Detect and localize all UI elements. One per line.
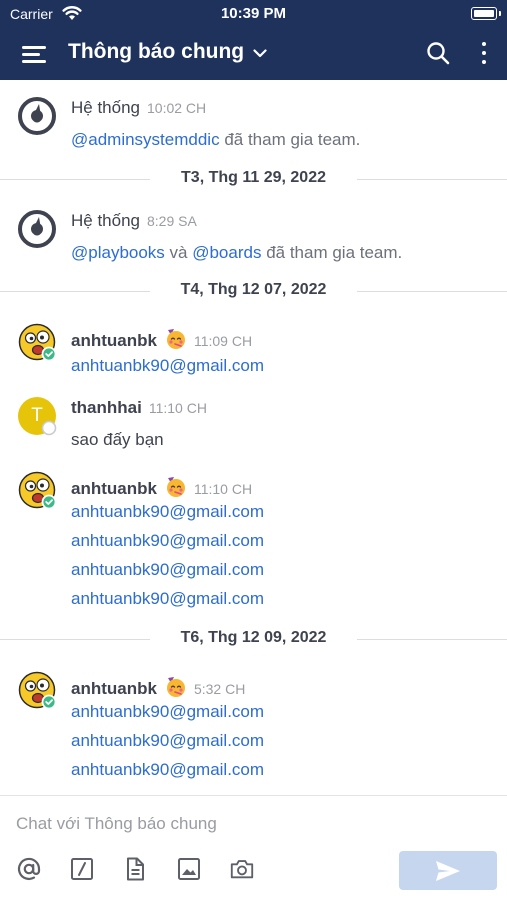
date-separator: T4, Thg 12 07, 2022	[0, 279, 507, 305]
email-link[interactable]: anhtuanbk90@gmail.com	[71, 760, 264, 779]
system-avatar	[18, 97, 56, 135]
status-bar: Carrier 10:39 PM	[0, 0, 507, 28]
post-timestamp: 11:10 CH	[148, 400, 207, 416]
send-button[interactable]	[399, 851, 497, 890]
post-text: đã tham gia team.	[219, 130, 361, 149]
hamburger-menu-icon[interactable]	[22, 42, 48, 66]
date-separator: T6, Thg 12 09, 2022	[0, 627, 507, 653]
channel-header: Thông báo chung	[0, 28, 507, 80]
post-author[interactable]: thanhhai	[71, 398, 142, 418]
message-input[interactable]: Chat với Thông báo chung	[16, 814, 217, 834]
more-options-icon[interactable]	[479, 41, 489, 67]
user-post: anhtuanbk 11:10 CH anhtuanbk90@gmail.com…	[0, 468, 507, 618]
send-icon	[436, 861, 460, 881]
post-author[interactable]: anhtuanbk	[71, 679, 157, 699]
post-author[interactable]: anhtuanbk	[71, 479, 157, 499]
date-separator-label: T4, Thg 12 07, 2022	[168, 281, 339, 298]
shocked-face-avatar-icon	[18, 671, 57, 710]
email-link[interactable]: anhtuanbk90@gmail.com	[71, 531, 264, 550]
avatar[interactable]: T	[18, 397, 57, 436]
file-icon[interactable]	[122, 856, 148, 882]
email-link[interactable]: anhtuanbk90@gmail.com	[71, 731, 264, 750]
mattermost-logo-icon	[18, 97, 56, 135]
date-separator: T3, Thg 11 29, 2022	[0, 167, 507, 193]
message-list[interactable]: Hệ thống 10:02 CH @adminsystemddic đã th…	[0, 80, 507, 795]
post-text: và	[164, 243, 193, 262]
post-body: @playbooks và @boards đã tham gia team.	[71, 243, 402, 263]
avatar[interactable]	[18, 323, 57, 362]
post-body: @adminsystemddic đã tham gia team.	[71, 130, 360, 150]
user-mention[interactable]: @playbooks	[71, 243, 165, 262]
avatar[interactable]	[18, 671, 57, 710]
shocked-face-avatar-icon	[18, 323, 57, 362]
mattermost-logo-icon	[18, 210, 56, 248]
post-timestamp: 10:02 CH	[147, 100, 207, 116]
date-separator-label: T3, Thg 11 29, 2022	[169, 169, 338, 186]
post-text: sao đấy bạn	[71, 430, 164, 449]
user-mention[interactable]: @boards	[192, 243, 261, 262]
email-link[interactable]: anhtuanbk90@gmail.com	[71, 356, 264, 375]
system-avatar	[18, 210, 56, 248]
camera-icon[interactable]	[229, 856, 255, 882]
email-link[interactable]: anhtuanbk90@gmail.com	[71, 702, 264, 721]
avatar-letter: T	[31, 405, 43, 426]
system-message: Hệ thống 10:02 CH @adminsystemddic đã th…	[0, 94, 507, 154]
at-sign-icon[interactable]	[16, 856, 42, 882]
partying-face-emoji-icon	[166, 477, 185, 497]
post-author[interactable]: Hệ thống	[71, 211, 140, 231]
post-author[interactable]: anhtuanbk	[71, 331, 157, 351]
chevron-down-icon	[253, 48, 267, 57]
image-icon[interactable]	[176, 856, 202, 882]
slash-command-icon[interactable]	[69, 856, 95, 882]
user-post: anhtuanbk 5:32 CH anhtuanbk90@gmail.com …	[0, 668, 507, 793]
post-timestamp: 5:32 CH	[193, 681, 246, 697]
shocked-face-avatar-icon	[18, 471, 57, 510]
partying-face-emoji-icon	[166, 329, 185, 349]
clock: 10:39 PM	[220, 5, 287, 22]
search-icon[interactable]	[425, 40, 451, 66]
system-message: Hệ thống 8:29 SA @playbooks và @boards đ…	[0, 207, 507, 267]
battery-icon	[471, 7, 501, 20]
post-text: đã tham gia team.	[261, 243, 403, 262]
date-separator-label: T6, Thg 12 09, 2022	[168, 629, 339, 646]
avatar[interactable]	[18, 471, 57, 510]
partying-face-emoji-icon	[166, 677, 185, 697]
email-link[interactable]: anhtuanbk90@gmail.com	[71, 502, 264, 521]
user-mention[interactable]: @adminsystemddic	[71, 130, 220, 149]
message-composer: Chat với Thông báo chung	[0, 795, 507, 900]
channel-title: Thông báo chung	[68, 40, 245, 63]
email-link[interactable]: anhtuanbk90@gmail.com	[71, 589, 264, 608]
post-timestamp: 11:09 CH	[193, 333, 253, 349]
post-author[interactable]: Hệ thống	[71, 98, 140, 118]
email-link[interactable]: anhtuanbk90@gmail.com	[71, 560, 264, 579]
user-post: anhtuanbk 11:09 CH anhtuanbk90@gmail.com	[0, 320, 507, 380]
user-post: T thanhhai 11:10 CH sao đấy bạn	[0, 394, 507, 454]
channel-title-button[interactable]: Thông báo chung	[68, 40, 267, 64]
post-timestamp: 11:10 CH	[193, 481, 253, 497]
post-timestamp: 8:29 SA	[147, 213, 197, 229]
